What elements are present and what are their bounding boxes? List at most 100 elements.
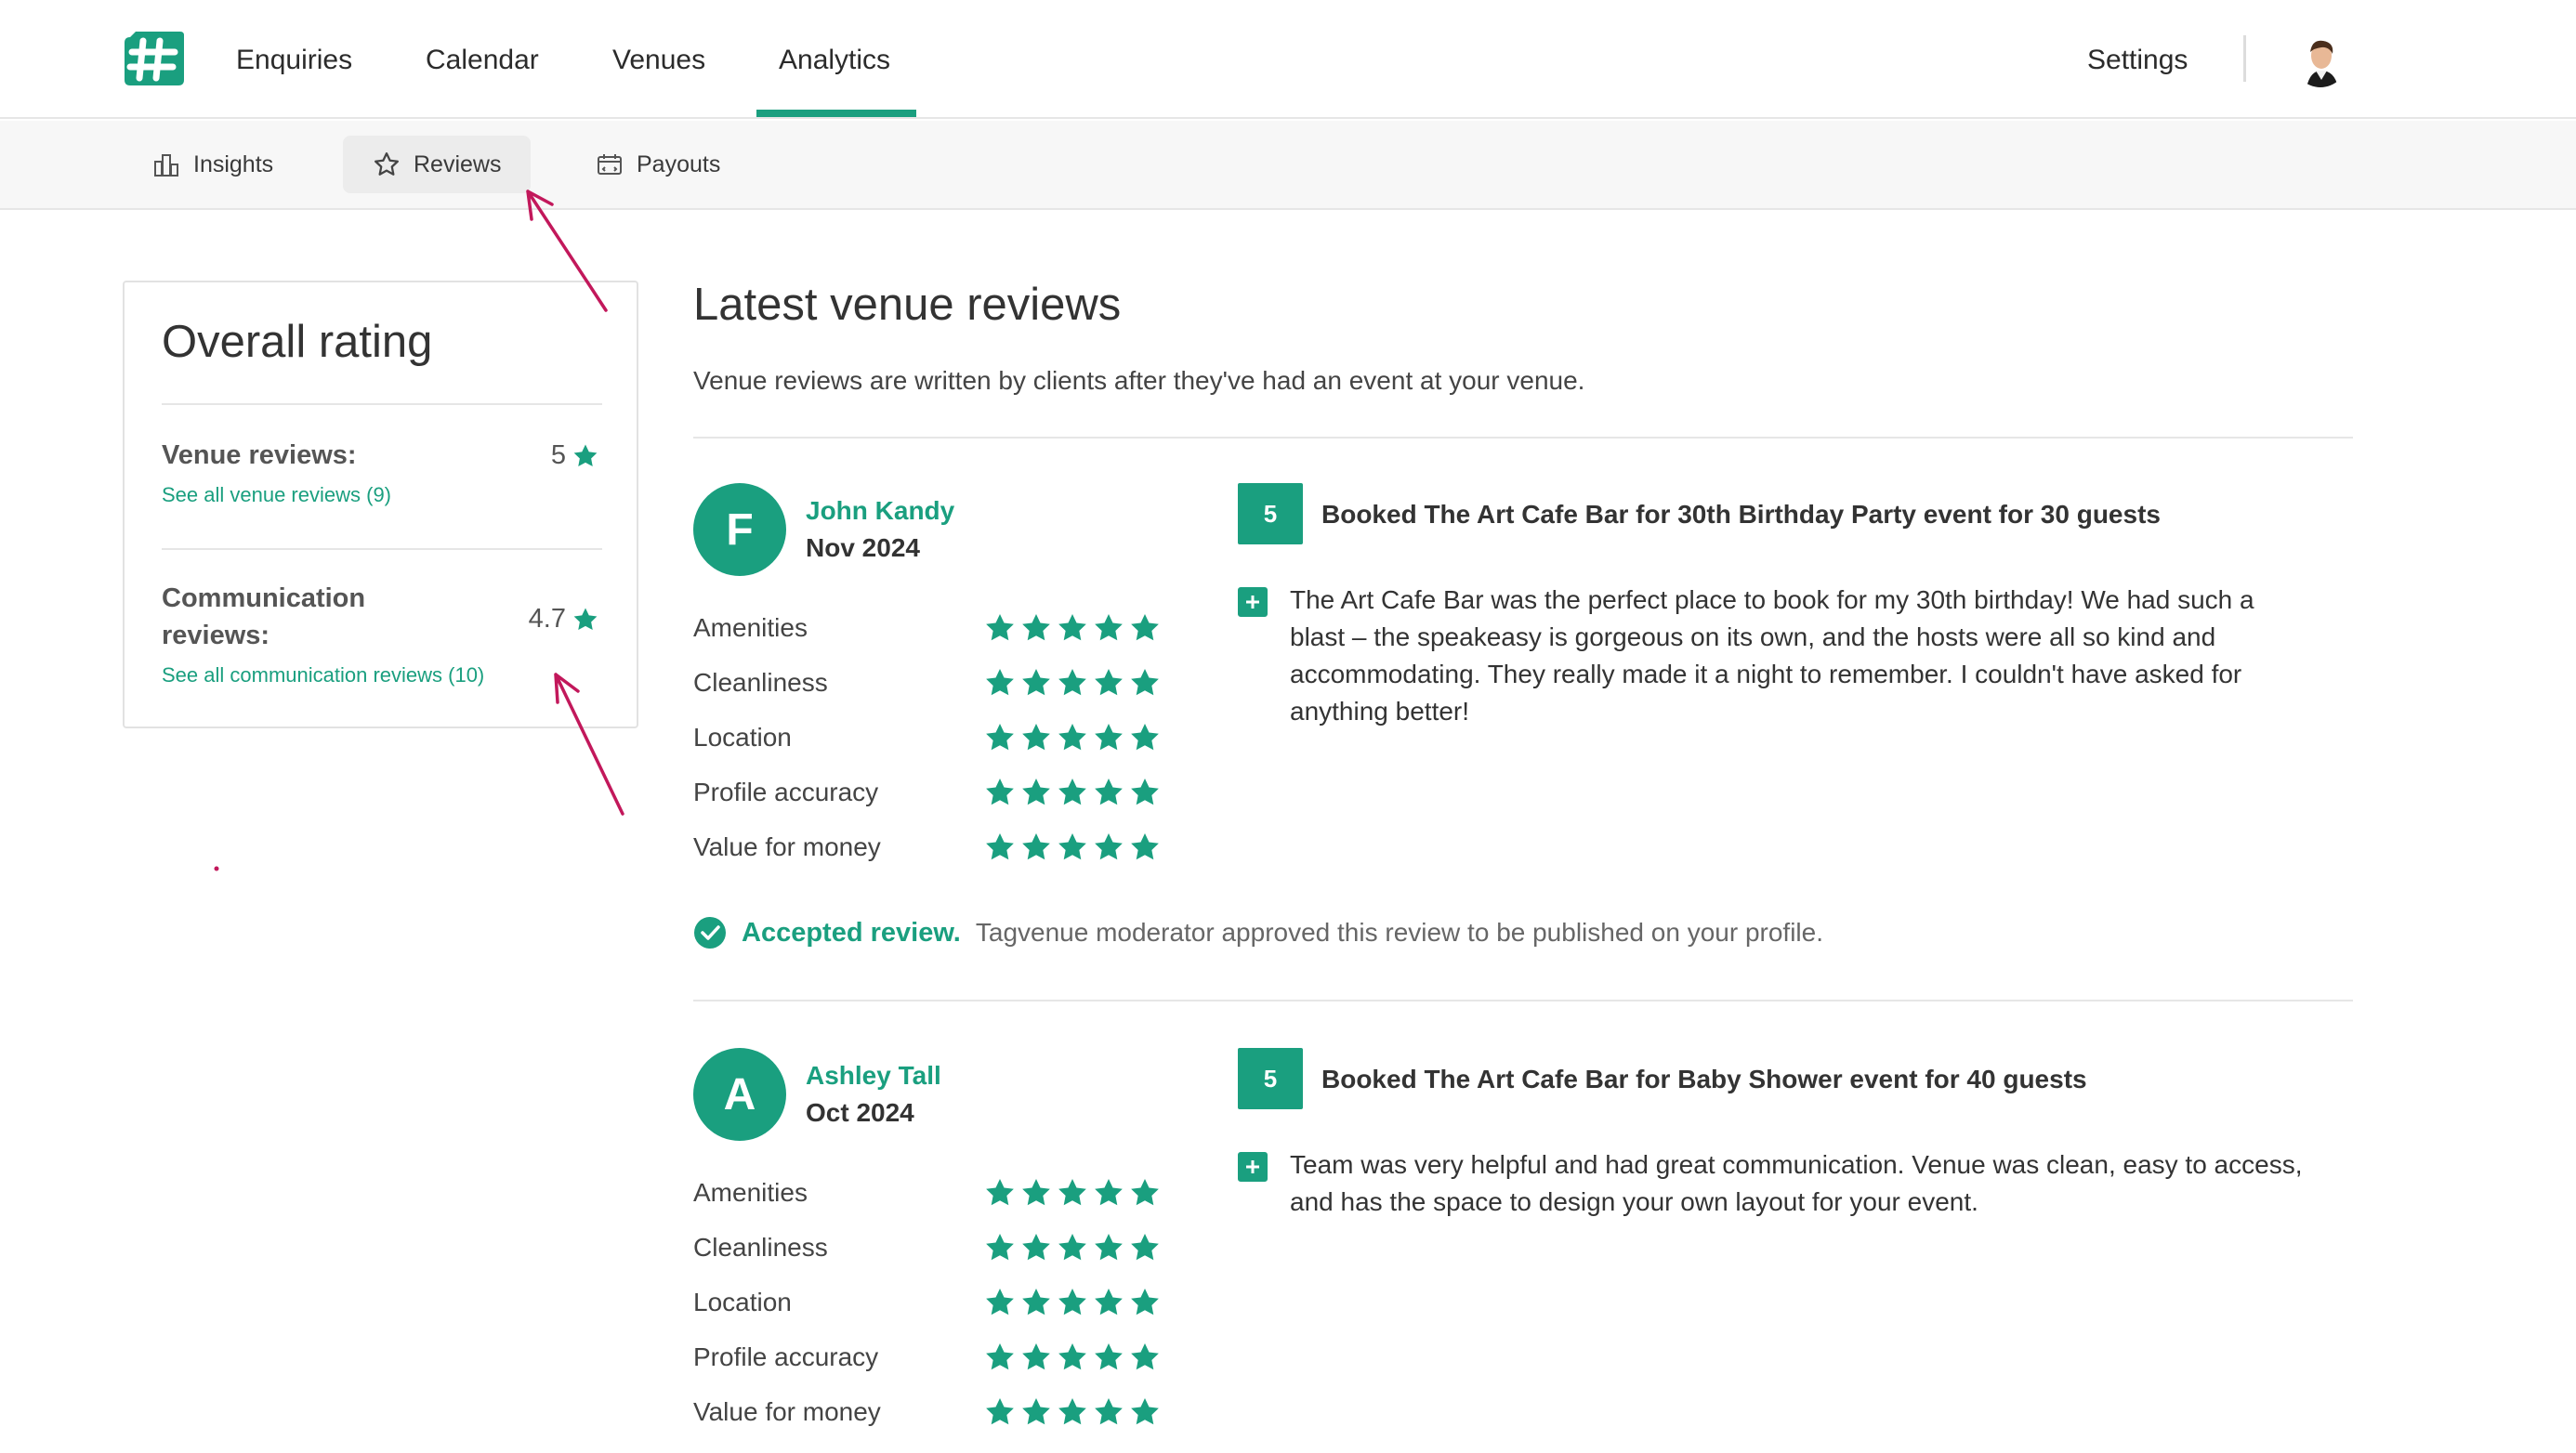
review-text-line: blast – the speakeasy is gorgeous on its… [1290,622,2216,651]
rating-category: Amenities [693,613,808,642]
star-rating [983,776,1162,809]
star-icon [986,1289,1014,1316]
star-icon [1058,1398,1086,1425]
review-text-line: anything better! [1290,697,1470,726]
plus-icon [1238,1152,1268,1182]
star-icon [1022,1398,1050,1425]
rating-row: Cleanliness [693,1229,1176,1266]
rating-row: Location [693,719,1176,756]
rating-row: Amenities [693,609,1176,647]
star-rating [983,1231,1162,1264]
sub-nav: Insights Reviews Payouts [0,121,2576,210]
rating-category: Value for money [693,832,881,861]
review-text: Team was very helpful and had great comm… [1290,1146,2359,1221]
rating-category: Location [693,723,792,752]
latest-reviews-subtitle: Venue reviews are written by clients aft… [693,366,1585,395]
star-rating [983,831,1162,864]
communication-reviews-label-line2: reviews: [162,621,270,650]
star-icon [1131,833,1159,860]
nav-settings[interactable]: Settings [2087,45,2188,76]
star-icon [986,833,1014,860]
nav-calendar[interactable]: Calendar [426,45,539,76]
star-icon [1131,614,1159,641]
communication-reviews-value: 4.7 [529,604,599,635]
star-icon [1058,614,1086,641]
star-icon [1131,669,1159,696]
review-score-badge: 5 [1238,483,1303,544]
star-icon [1131,779,1159,805]
payouts-icon [598,154,622,175]
review-text-line: Team was very helpful and had great comm… [1290,1150,2303,1179]
rating-row: Location [693,1284,1176,1321]
booking-summary: Booked The Art Cafe Bar for 30th Birthda… [1321,500,2161,529]
star-icon [1095,1234,1123,1261]
star-icon [1131,1398,1159,1425]
venue-reviews-value: 5 [551,440,599,471]
star-icon [986,669,1014,696]
star-icon [1095,833,1123,860]
star-icon [1095,779,1123,805]
venue-reviews-score: 5 [550,440,566,470]
reviewer-name[interactable]: Ashley Tall [806,1061,941,1091]
nav-divider [2243,35,2246,82]
rating-row: Amenities [693,1174,1176,1211]
tab-payouts-label: Payouts [637,151,721,177]
rating-row: Value for money [693,829,1176,866]
nav-active-indicator [756,110,916,117]
star-icon [1058,724,1086,751]
communication-reviews-label-line1: Communication [162,583,366,613]
user-avatar[interactable] [2293,33,2347,87]
rating-row: Profile accuracy [693,1339,1176,1376]
overall-rating-title: Overall rating [162,317,433,367]
star-icon [1131,724,1159,751]
star-icon [1022,779,1050,805]
tab-insights[interactable]: Insights [123,136,303,193]
accepted-review-title: Accepted review. [742,917,961,948]
star-icon [1022,724,1050,751]
star-icon [1022,669,1050,696]
booking-summary: Booked The Art Cafe Bar for Baby Shower … [1321,1065,2087,1093]
star-rating [983,1395,1162,1429]
divider [693,437,2353,439]
annotation-dot [214,866,219,871]
rating-category: Location [693,1288,792,1316]
rating-category: Cleanliness [693,668,828,697]
rating-row: Cleanliness [693,664,1176,701]
see-all-venue-reviews-link[interactable]: See all venue reviews (9) [162,483,391,507]
star-icon [986,779,1014,805]
star-icon [1022,614,1050,641]
logo-icon[interactable] [123,28,186,89]
tab-payouts[interactable]: Payouts [566,136,750,193]
star-rating [983,721,1162,754]
star-icon [1022,1179,1050,1206]
star-icon [986,724,1014,751]
communication-reviews-score: 4.7 [528,604,566,634]
star-icon [1022,1234,1050,1261]
star-rating [983,1176,1162,1210]
star-icon [573,444,598,466]
top-nav: Enquiries Calendar Venues Analytics Sett… [0,0,2576,119]
star-icon [573,608,598,630]
star-icon [1058,779,1086,805]
divider [162,548,602,550]
check-icon [694,917,726,949]
review-text-line: and has the space to design your own lay… [1290,1187,1978,1216]
reviewer-name[interactable]: John Kandy [806,496,954,526]
star-icon [1058,833,1086,860]
star-icon [1131,1234,1159,1261]
tab-reviews[interactable]: Reviews [343,136,532,193]
nav-enquiries[interactable]: Enquiries [236,45,352,76]
review-date: Oct 2024 [806,1098,914,1127]
tab-reviews-label: Reviews [414,151,502,177]
star-icon [1022,1289,1050,1316]
tab-insights-label: Insights [193,151,274,177]
star-icon [375,152,399,176]
nav-analytics[interactable]: Analytics [779,45,890,76]
reviewer-avatar: A [693,1048,786,1141]
star-icon [1095,1398,1123,1425]
see-all-communication-reviews-link[interactable]: See all communication reviews (10) [162,663,484,687]
star-icon [1131,1179,1159,1206]
nav-venues[interactable]: Venues [612,45,705,76]
star-rating [983,611,1162,645]
star-icon [1131,1289,1159,1316]
